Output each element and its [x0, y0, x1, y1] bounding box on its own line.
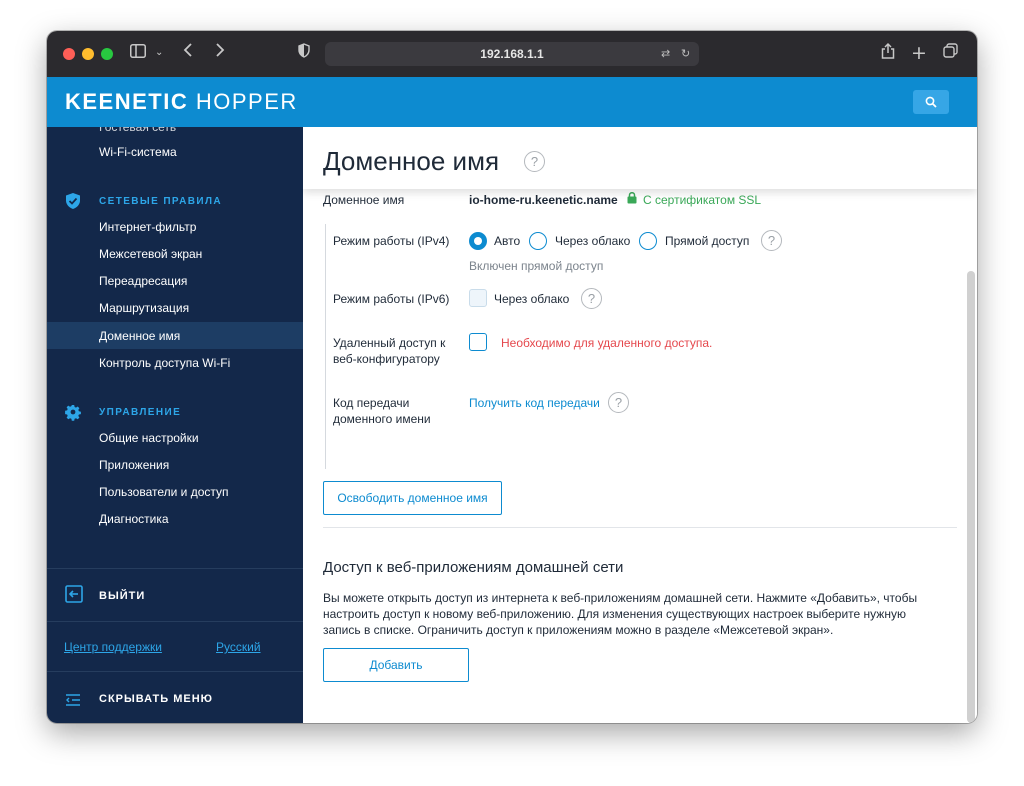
logo-brand: KEENETIC	[65, 89, 189, 114]
shield-icon	[66, 193, 80, 209]
transfer-code-label-line-1: Код передачи	[333, 396, 410, 410]
privacy-shield-icon[interactable]	[298, 42, 310, 64]
sidebar-item-general-settings[interactable]: Общие настройки	[99, 430, 199, 446]
ipv6-cloud-label[interactable]: Через облако	[494, 291, 569, 307]
page-title-bar: Доменное имя ?	[303, 127, 977, 189]
remote-access-label-line-2: веб-конфигуратору	[333, 352, 440, 366]
help-icon[interactable]: ?	[761, 230, 782, 251]
sidebar-toggle-icon[interactable]	[130, 42, 146, 64]
sidebar-item-users-access[interactable]: Пользователи и доступ	[99, 484, 229, 500]
lock-icon	[627, 192, 637, 204]
domain-label: Доменное имя	[323, 193, 405, 207]
chevron-down-icon[interactable]: ⌄	[155, 42, 163, 64]
zoom-window-button[interactable]	[101, 48, 113, 60]
gear-icon	[65, 405, 81, 421]
collapse-menu-icon	[66, 694, 80, 706]
sidebar-item-port-forwarding[interactable]: Переадресация	[99, 273, 187, 289]
section-management: УПРАВЛЕНИЕ	[99, 407, 182, 418]
transfer-code-label: Код передачи доменного имени	[333, 395, 431, 427]
ipv4-cloud-label[interactable]: Через облако	[555, 233, 630, 249]
ipv4-status: Включен прямой доступ	[469, 259, 604, 273]
back-icon[interactable]	[183, 42, 193, 64]
scrollbar[interactable]	[967, 271, 975, 723]
release-domain-button[interactable]: Освободить доменное имя	[323, 481, 502, 515]
main-content: Доменное имя ? Доменное имя io-home-ru.k…	[303, 127, 977, 723]
url-text: 192.168.1.1	[480, 47, 544, 61]
webapps-section-title: Доступ к веб-приложениям домашней сети	[323, 559, 624, 576]
ipv4-direct-label[interactable]: Прямой доступ	[665, 233, 749, 249]
sidebar-item-internet-filter[interactable]: Интернет-фильтр	[99, 219, 196, 235]
section-divider	[323, 527, 957, 528]
forward-icon[interactable]	[215, 42, 225, 64]
remote-access-warning: Необходимо для удаленного доступа.	[501, 336, 713, 350]
section-network-rules: СЕТЕВЫЕ ПРАВИЛА	[99, 196, 222, 207]
sidebar-item-wifi-access-control[interactable]: Контроль доступа Wi-Fi	[99, 355, 230, 371]
sidebar: Гостевая сеть Wi-Fi-система СЕТЕВЫЕ ПРАВ…	[47, 127, 303, 723]
remote-access-label-line-1: Удаленный доступ к	[333, 336, 446, 350]
new-tab-icon[interactable]: +	[911, 42, 927, 64]
browser-window: ⌄ 192.168.1.1 ⇄ ↻ + KEENETIC HOPPER Гост…	[47, 31, 977, 723]
transfer-code-label-line-2: доменного имени	[333, 412, 431, 426]
sidebar-divider	[47, 671, 303, 672]
sidebar-item-diagnostics[interactable]: Диагностика	[99, 511, 169, 527]
ipv6-mode-label: Режим работы (IPv6)	[333, 292, 450, 306]
sidebar-item-domain-name[interactable]: Доменное имя	[47, 322, 303, 349]
sidebar-divider	[47, 621, 303, 622]
ipv4-cloud-radio[interactable]	[529, 232, 547, 250]
webapps-description: Вы можете открыть доступ из интернета к …	[323, 591, 918, 637]
remote-access-checkbox[interactable]	[469, 333, 487, 351]
tab-overview-icon[interactable]	[943, 42, 958, 64]
share-icon[interactable]	[881, 42, 895, 65]
sidebar-item-guest-network[interactable]: Гостевая сеть	[99, 127, 176, 135]
ipv4-direct-radio[interactable]	[639, 232, 657, 250]
page-title: Доменное имя	[323, 146, 500, 176]
search-button[interactable]	[913, 90, 949, 114]
minimize-window-button[interactable]	[82, 48, 94, 60]
sidebar-item-firewall[interactable]: Межсетевой экран	[99, 246, 202, 262]
ssl-status: С сертификатом SSL	[643, 193, 762, 207]
ipv6-cloud-checkbox[interactable]	[469, 289, 487, 307]
language-link[interactable]: Русский	[216, 639, 261, 655]
help-icon[interactable]: ?	[524, 151, 545, 172]
support-center-link[interactable]: Центр поддержки	[64, 639, 162, 655]
sidebar-item-wifi-system[interactable]: Wi-Fi-система	[99, 144, 177, 160]
ipv4-auto-label[interactable]: Авто	[494, 233, 520, 249]
remote-access-label: Удаленный доступ к веб-конфигуратору	[333, 335, 445, 367]
domain-value: io-home-ru.keenetic.name	[469, 193, 618, 207]
help-icon[interactable]: ?	[608, 392, 629, 413]
settings-group-line	[325, 224, 326, 469]
translate-icon[interactable]: ⇄	[661, 47, 670, 60]
ipv4-mode-label: Режим работы (IPv4)	[333, 234, 450, 248]
logo-model: HOPPER	[195, 89, 298, 114]
sidebar-item-applications[interactable]: Приложения	[99, 457, 169, 473]
app-header: KEENETIC HOPPER	[47, 77, 977, 127]
address-bar[interactable]: 192.168.1.1 ⇄ ↻	[325, 42, 699, 66]
browser-toolbar: ⌄ 192.168.1.1 ⇄ ↻ +	[47, 31, 977, 77]
get-transfer-code-link[interactable]: Получить код передачи	[469, 395, 600, 411]
add-button[interactable]: Добавить	[323, 648, 469, 682]
sidebar-item-routing[interactable]: Маршрутизация	[99, 300, 189, 316]
search-icon	[925, 96, 937, 108]
sidebar-divider	[47, 568, 303, 569]
keenetic-logo[interactable]: KEENETIC HOPPER	[65, 90, 298, 114]
close-window-button[interactable]	[63, 48, 75, 60]
help-icon[interactable]: ?	[581, 288, 602, 309]
logout-button[interactable]: ВЫЙТИ	[99, 589, 145, 603]
sidebar-item-label: Доменное имя	[99, 329, 181, 343]
hide-menu-button[interactable]: СКРЫВАТЬ МЕНЮ	[99, 692, 213, 706]
reload-icon[interactable]: ↻	[681, 47, 690, 60]
logout-icon	[65, 585, 83, 603]
ipv4-auto-radio[interactable]	[469, 232, 487, 250]
